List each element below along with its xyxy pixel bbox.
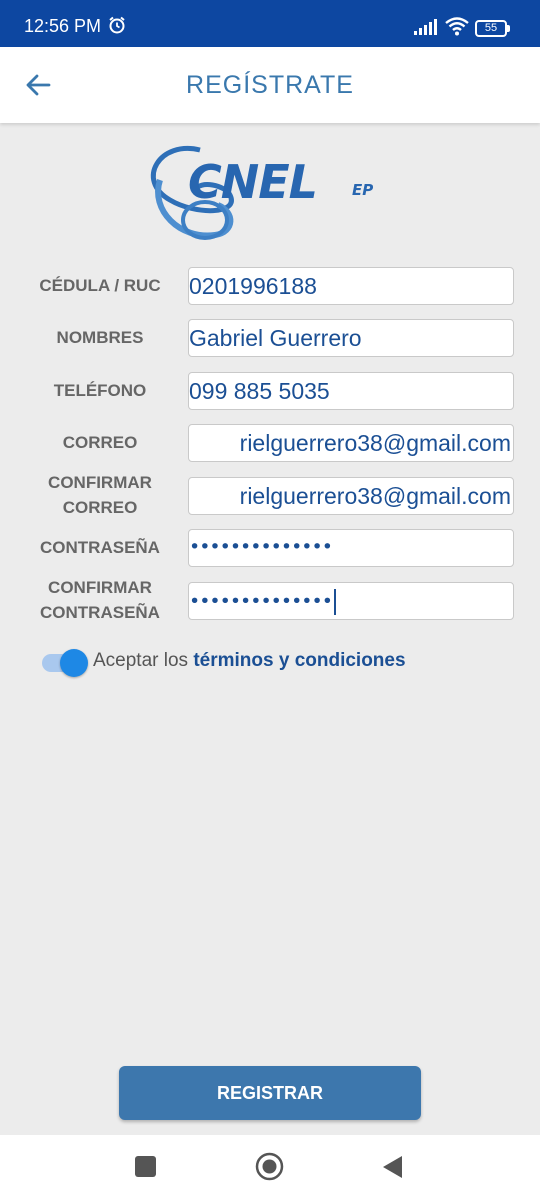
contrasena-label: CONTRASEÑA (40, 538, 160, 557)
home-icon[interactable] (255, 1152, 284, 1181)
logo-suffix: EP (352, 181, 373, 199)
confirmar-correo-label-line2: CORREO (62, 498, 138, 517)
recent-apps-icon[interactable] (135, 1156, 156, 1177)
status-time: 12:56 PM (24, 16, 102, 36)
status-bar: 12:56 PM 55 (0, 0, 540, 47)
telefono-input[interactable]: 099 885 5035 (188, 372, 514, 410)
confirmar-contrasena-label: CONFIRMAR CONTRASEÑA (20, 575, 180, 625)
nombres-input[interactable]: Gabriel Guerrero (188, 319, 514, 357)
confirmar-correo-label-line1: CONFIRMAR (48, 473, 152, 492)
confirmar-correo-input[interactable]: rielguerrero38@gmail.com (188, 477, 514, 515)
confirmar-correo-value: rielguerrero38@gmail.com (239, 483, 511, 509)
correo-input[interactable]: rielguerrero38@gmail.com (188, 424, 514, 462)
toggle-knob (60, 649, 88, 677)
correo-label: CORREO (62, 433, 138, 452)
contrasena-input[interactable]: •••••••••••••• (188, 529, 514, 567)
terms-toggle[interactable] (42, 649, 90, 677)
nombres-label: NOMBRES (56, 328, 144, 347)
logo-text: CNEL (188, 155, 317, 209)
confirmar-contrasena-input[interactable]: •••••••••••••• (188, 582, 514, 620)
terms-link[interactable]: términos y condiciones (193, 650, 405, 671)
battery-level: 55 (475, 20, 507, 37)
terms-prefix: Aceptar los (93, 650, 194, 671)
nombres-value: Gabriel Guerrero (189, 325, 362, 351)
signal-icon (414, 19, 437, 35)
telefono-value: 099 885 5035 (189, 378, 330, 404)
wifi-icon (445, 17, 469, 36)
register-button[interactable]: REGISTRAR (119, 1066, 421, 1120)
terms-text: Aceptar los términos y condiciones (93, 650, 406, 672)
cedula-input[interactable]: 0201996188 (188, 267, 514, 305)
battery-icon: 55 (475, 20, 511, 37)
confirmar-contrasena-value: •••••••••••••• (189, 590, 333, 613)
alarm-icon (109, 16, 125, 34)
cedula-value: 0201996188 (189, 273, 317, 299)
app-bar: REGÍSTRATE (0, 47, 540, 123)
text-cursor (333, 589, 336, 615)
correo-value: rielguerrero38@gmail.com (239, 430, 511, 456)
confirmar-contrasena-wrap: •••••••••••••• (189, 589, 336, 615)
cedula-label: CÉDULA / RUC (39, 276, 161, 295)
cnel-logo: CNEL EP (150, 146, 373, 240)
back-triangle-icon[interactable] (380, 1154, 404, 1180)
confirmar-correo-label: CONFIRMAR CORREO (20, 470, 180, 520)
confirmar-contrasena-label-line1: CONFIRMAR (48, 578, 152, 597)
navigation-bar (0, 1135, 540, 1200)
page-title: REGÍSTRATE (186, 71, 354, 99)
contrasena-value: •••••••••••••• (189, 536, 333, 558)
confirmar-contrasena-label-line2: CONTRASEÑA (40, 603, 160, 622)
telefono-label: TELÉFONO (53, 381, 147, 400)
